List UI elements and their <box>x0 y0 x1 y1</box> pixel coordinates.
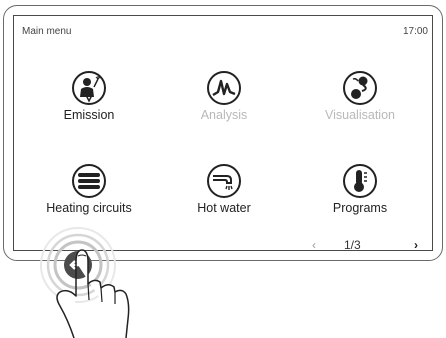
clock: 17:00 <box>402 26 428 37</box>
tile-label-heating-circuits: Heating circuits <box>46 201 132 215</box>
tile-hot-water[interactable]: Hot water <box>154 163 294 215</box>
emission-icon <box>72 71 106 105</box>
chevron-left-icon[interactable]: ‹ <box>312 238 316 252</box>
page-title: Main menu <box>22 26 72 37</box>
programs-icon <box>343 164 377 198</box>
visualisation-icon <box>343 71 377 105</box>
tile-heating-circuits[interactable]: Heating circuits <box>19 163 159 215</box>
tile-label-hot-water: Hot water <box>197 201 251 215</box>
pointing-hand-illustration <box>56 249 130 338</box>
heating-circuits-icon <box>72 164 106 198</box>
device-frame: Main menu 17:00 Emission Analysis Visual… <box>3 5 443 261</box>
analysis-icon <box>207 71 241 105</box>
tile-label-programs: Programs <box>332 201 388 215</box>
tile-programs[interactable]: Programs <box>290 163 430 215</box>
screen: Main menu 17:00 Emission Analysis Visual… <box>13 15 433 252</box>
tile-label-emission: Emission <box>63 108 115 122</box>
tile-label-analysis: Analysis <box>200 108 248 122</box>
chevron-right-icon[interactable]: › <box>414 238 418 252</box>
hot-water-icon <box>207 164 241 198</box>
tile-visualisation: Visualisation <box>290 70 430 122</box>
tile-analysis: Analysis <box>154 70 294 122</box>
tile-emission[interactable]: Emission <box>19 70 159 122</box>
page-indicator: 1/3 <box>344 238 361 252</box>
tile-label-visualisation: Visualisation <box>325 108 395 122</box>
